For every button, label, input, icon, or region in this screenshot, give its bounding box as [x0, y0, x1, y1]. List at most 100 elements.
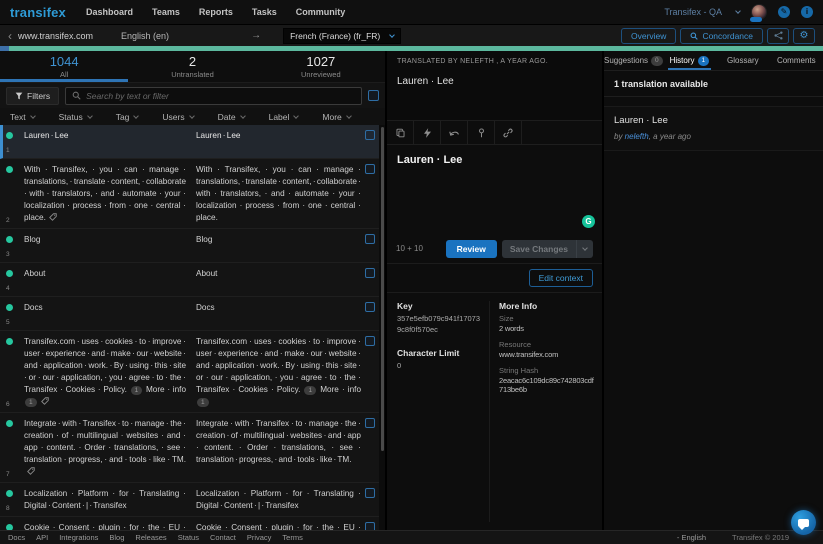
tab-suggestions[interactable]: Suggestions 0 — [604, 51, 663, 70]
string-row[interactable]: 3 Blog Blog — [0, 229, 385, 263]
string-text: More · info — [317, 385, 362, 394]
resource-breadcrumb[interactable]: www.transifex.com — [18, 31, 93, 41]
filter-dropdown-label[interactable]: Label — [269, 112, 300, 122]
stat-tab-unreviewed[interactable]: 1027 Unreviewed — [257, 51, 385, 82]
nav-item-dashboard[interactable]: Dashboard — [86, 7, 133, 17]
history-byline: by nelefth, a year ago — [614, 132, 813, 141]
stat-tab-untranslated[interactable]: 2 Untranslated — [128, 51, 256, 82]
back-icon[interactable] — [8, 31, 12, 41]
edit-context-button[interactable]: Edit context — [528, 269, 593, 287]
nav-item-tasks[interactable]: Tasks — [252, 7, 277, 17]
string-row[interactable]: 7 Integrate · with · Transifex · to · man… — [0, 413, 385, 483]
stat-tab-all[interactable]: 1044 All — [0, 51, 129, 82]
copy-icon — [396, 128, 404, 137]
string-row[interactable]: 1 Lauren · Lee Lauren · Lee — [0, 125, 385, 159]
footer-link-docs[interactable]: Docs — [8, 533, 25, 542]
string-checkbox[interactable] — [365, 234, 375, 244]
filter-dropdown-status[interactable]: Status — [59, 112, 93, 122]
string-row[interactable]: 2 With · Transifex, · you · can · manage … — [0, 159, 385, 229]
save-changes-button[interactable]: Save Changes — [501, 239, 593, 258]
machine-translation-button[interactable] — [414, 121, 441, 144]
history-translation-text: Lauren · Lee — [614, 115, 668, 126]
translation-cell: With · Transifex, · you · can · manage ·… — [196, 164, 361, 224]
history-entry[interactable]: Lauren · Lee by nelefth, a year ago — [604, 106, 823, 151]
source-string-text: Lauren · Lee — [397, 76, 454, 87]
string-checkbox[interactable] — [365, 268, 375, 278]
link-button[interactable] — [495, 121, 522, 144]
tab-history[interactable]: History 1 — [663, 51, 716, 70]
undo-icon — [448, 131, 459, 136]
context-section: Edit context — [387, 263, 602, 292]
tab-glossary[interactable]: Glossary — [716, 51, 769, 70]
string-checkbox[interactable] — [365, 336, 375, 346]
string-checkbox[interactable] — [365, 130, 375, 140]
save-options-caret[interactable] — [576, 239, 593, 258]
filter-dropdown-date[interactable]: Date — [218, 112, 246, 122]
row-check-wrap — [365, 522, 375, 530]
more-info-label: More Info — [499, 301, 538, 311]
select-all-checkbox[interactable] — [368, 90, 379, 101]
filters-button[interactable]: Filters — [6, 86, 60, 105]
string-checkbox[interactable] — [365, 302, 375, 312]
string-row[interactable]: 6 Transifex.com · uses · cookies · to · i… — [0, 331, 385, 413]
scrollbar-thumb[interactable] — [381, 127, 384, 451]
info-icon[interactable]: i — [801, 6, 813, 18]
string-text: With · Transifex, · you · can · manage ·… — [196, 165, 361, 222]
footer-link-contact[interactable]: Contact — [210, 533, 236, 542]
support-chat-button[interactable] — [791, 510, 816, 535]
footer-link-releases[interactable]: Releases — [135, 533, 166, 542]
share-button[interactable] — [767, 27, 789, 44]
translation-text[interactable]: Lauren · Lee — [397, 154, 592, 166]
settings-button[interactable]: ⚙ — [793, 27, 815, 44]
footer-link-blog[interactable]: Blog — [109, 533, 124, 542]
user-avatar[interactable] — [750, 4, 767, 22]
project-selector[interactable]: Transifex - QA — [664, 7, 741, 17]
string-checkbox[interactable] — [365, 418, 375, 428]
translation-cell: About — [196, 268, 361, 292]
footer-link-privacy[interactable]: Privacy — [247, 533, 272, 542]
footer-link-integrations[interactable]: Integrations — [59, 533, 98, 542]
copy-source-button[interactable] — [387, 121, 414, 144]
string-row[interactable]: 5 Docs Docs — [0, 297, 385, 331]
filter-dropdown-users[interactable]: Users — [162, 112, 195, 122]
string-row[interactable]: 9Cookie · Consent · plugin · for · the ·… — [0, 517, 385, 530]
string-checkbox[interactable] — [365, 522, 375, 530]
string-number: 2 — [6, 217, 10, 224]
translation-available-label: 1 translation available — [604, 71, 823, 97]
history-user-link[interactable]: nelefth — [625, 132, 649, 141]
string-row[interactable]: 4 About About — [0, 263, 385, 297]
filter-dropdown-text[interactable]: Text — [10, 112, 36, 122]
footer-link-api[interactable]: API — [36, 533, 48, 542]
overview-button[interactable]: Overview — [621, 27, 677, 44]
review-button[interactable]: Review — [445, 239, 497, 258]
target-language-select[interactable]: French (France) (fr_FR) — [283, 27, 402, 44]
nav-item-community[interactable]: Community — [296, 7, 346, 17]
translation-cell: Transifex.com · uses · cookies · to · im… — [196, 336, 361, 408]
pin-button[interactable] — [468, 121, 495, 144]
string-hash-value: 2eacac6c109dc89c742803cdf713be6b — [499, 376, 594, 394]
scrollbar[interactable] — [379, 125, 385, 530]
string-checkbox[interactable] — [365, 488, 375, 498]
filter-dropdown-tag[interactable]: Tag — [115, 111, 140, 122]
funnel-icon — [15, 92, 23, 99]
translation-cell: Lauren · Lee — [196, 130, 361, 154]
grammarly-icon[interactable]: G — [582, 215, 595, 228]
string-checkbox[interactable] — [365, 164, 375, 174]
footer-link-terms[interactable]: Terms — [282, 533, 302, 542]
filter-dropdown-more[interactable]: More — [322, 112, 352, 122]
edit-icon[interactable]: ✎ — [778, 6, 790, 18]
translation-editor[interactable]: Lauren · Lee G — [387, 145, 602, 234]
filter-dropdown-label: Tag — [115, 111, 130, 122]
footer-language-select[interactable]: - English — [677, 533, 706, 542]
concordance-button[interactable]: Concordance — [680, 27, 763, 44]
source-cell: Integrate · with · Transifex · to · mana… — [24, 418, 196, 478]
footer-link-status[interactable]: Status — [178, 533, 199, 542]
nav-item-teams[interactable]: Teams — [152, 7, 180, 17]
search-input[interactable] — [86, 90, 355, 101]
transifex-logo[interactable]: transifex — [10, 5, 66, 20]
tab-comments[interactable]: Comments — [770, 51, 823, 70]
undo-button[interactable] — [441, 121, 468, 144]
string-row[interactable]: 8 Localization · Platform · for · Transla… — [0, 483, 385, 517]
count-badge: 1 — [304, 386, 317, 395]
nav-item-reports[interactable]: Reports — [199, 7, 233, 17]
